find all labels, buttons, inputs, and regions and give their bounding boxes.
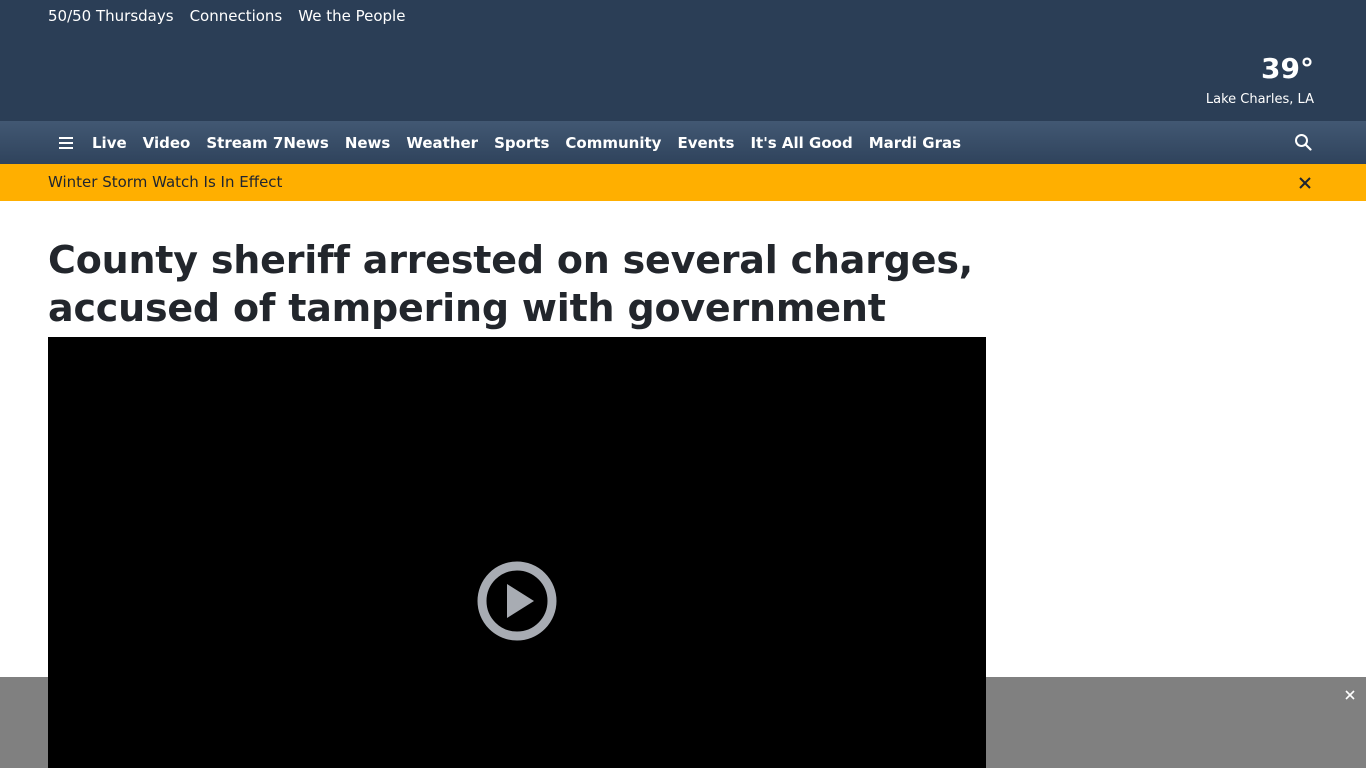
weather-location: Lake Charles, LA bbox=[1205, 92, 1314, 107]
nav-item-stream-7news[interactable]: Stream 7News bbox=[206, 133, 328, 153]
nav-item-news[interactable]: News bbox=[345, 133, 391, 153]
ad-close-icon[interactable] bbox=[1344, 687, 1356, 701]
top-link-50-50-thursdays[interactable]: 50/50 Thursdays bbox=[48, 6, 174, 26]
alert-bar[interactable]: Winter Storm Watch Is In Effect bbox=[0, 164, 1366, 201]
play-icon[interactable] bbox=[476, 560, 558, 642]
nav-item-events[interactable]: Events bbox=[677, 133, 734, 153]
top-links: 50/50 Thursdays Connections We the Peopl… bbox=[48, 6, 405, 26]
nav-item-live[interactable]: Live bbox=[92, 133, 127, 153]
nav-item-video[interactable]: Video bbox=[143, 133, 191, 153]
search-icon[interactable] bbox=[1294, 133, 1312, 151]
close-icon[interactable] bbox=[1298, 175, 1312, 189]
nav-item-community[interactable]: Community bbox=[565, 133, 661, 153]
video-player[interactable] bbox=[48, 337, 986, 768]
weather-temperature: 39° bbox=[1261, 52, 1314, 85]
site-header: 50/50 Thursdays Connections We the Peopl… bbox=[0, 0, 1366, 121]
nav-item-sports[interactable]: Sports bbox=[494, 133, 549, 153]
nav-items: Live Video Stream 7News News Weather Spo… bbox=[58, 121, 977, 164]
alert-text[interactable]: Winter Storm Watch Is In Effect bbox=[48, 172, 282, 192]
nav-item-mardi-gras[interactable]: Mardi Gras bbox=[869, 133, 961, 153]
nav-item-weather[interactable]: Weather bbox=[406, 133, 478, 153]
nav-item-its-all-good[interactable]: It's All Good bbox=[750, 133, 852, 153]
top-link-we-the-people[interactable]: We the People bbox=[298, 6, 405, 26]
weather-widget[interactable]: 39° Lake Charles, LA bbox=[1206, 52, 1314, 109]
hamburger-menu-icon[interactable] bbox=[58, 121, 74, 164]
main-nav: Live Video Stream 7News News Weather Spo… bbox=[0, 121, 1366, 164]
top-link-connections[interactable]: Connections bbox=[190, 6, 283, 26]
